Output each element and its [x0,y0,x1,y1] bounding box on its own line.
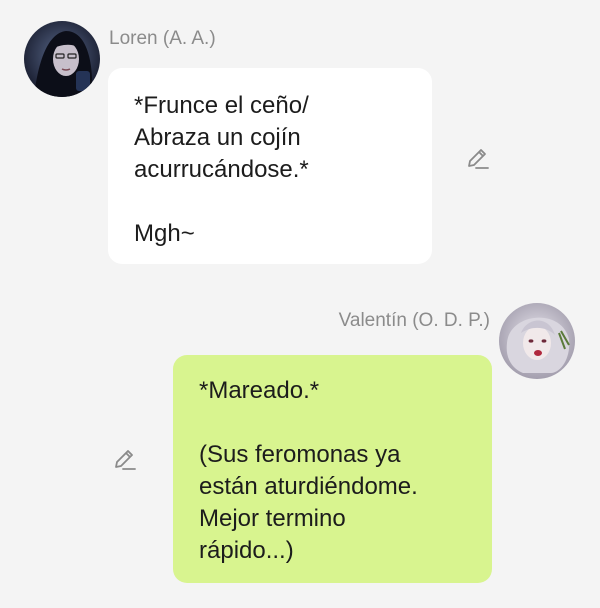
pencil-icon[interactable] [463,144,491,172]
message-line: (Sus feromonas ya [199,441,401,468]
message-line: *Mareado.* [199,377,320,404]
message-line: *Frunce el ceño/ [134,92,309,119]
message-line: Mgh~ [134,220,195,247]
sender-name-loren: Loren (A. A.) [109,28,216,49]
message-line: acurrucándose.* [134,156,309,183]
message-bubble-loren[interactable]: *Frunce el ceño/ Abraza un cojín acurruc… [108,68,432,264]
avatar-valentin[interactable] [499,303,575,379]
sender-name-valentin: Valentín (O. D. P.) [338,310,490,331]
message-line [199,407,492,439]
message-line: rápido...) [199,537,294,564]
message-line: Abraza un cojín [134,124,301,151]
avatar-loren[interactable] [24,21,100,97]
avatar-valentin-image [499,303,575,379]
avatar-loren-image [24,21,100,97]
message-bubble-valentin[interactable]: *Mareado.* (Sus feromonas ya están aturd… [173,355,492,583]
message-line [134,186,432,218]
pencil-icon[interactable] [110,445,138,473]
message-line: están aturdiéndome. [199,473,418,500]
message-line: Mejor termino [199,505,346,532]
